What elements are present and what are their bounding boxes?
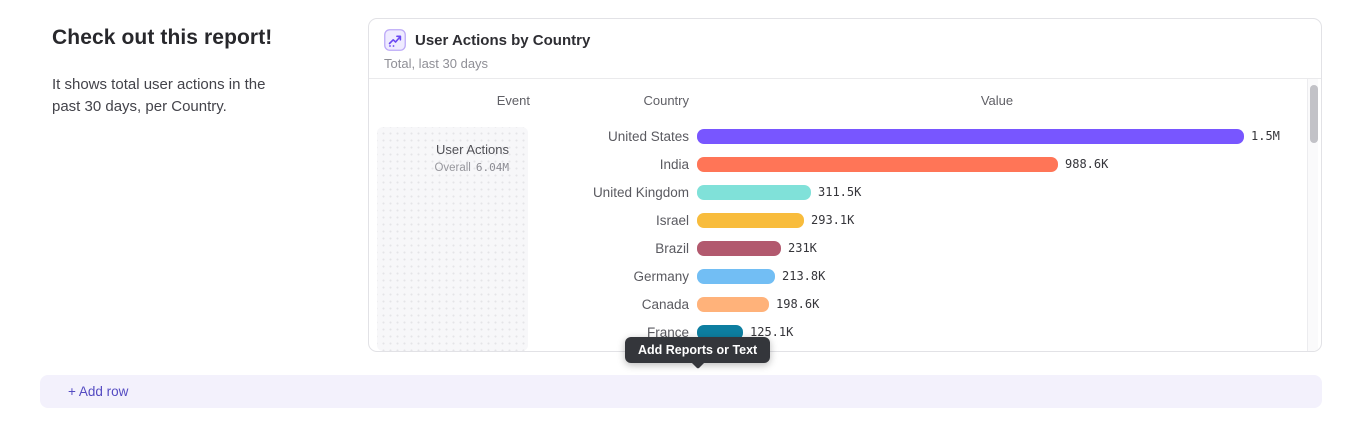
overall-label: Overall — [434, 162, 470, 174]
value-label-united-kingdom: 311.5K — [818, 185, 861, 199]
country-label-germany: Germany — [530, 269, 697, 284]
bar-united-kingdom[interactable] — [697, 185, 811, 200]
table-row: Israel 293.1K — [530, 206, 1297, 234]
report-title: User Actions by Country — [415, 32, 590, 49]
table-row: Brazil 231K — [530, 234, 1297, 262]
page-title: Check out this report! — [52, 26, 352, 50]
value-label-brazil: 231K — [788, 241, 817, 255]
add-row-button[interactable]: + Add row — [40, 375, 1322, 408]
event-overall: Overall 6.04M — [377, 161, 509, 174]
column-header-country: Country — [530, 93, 697, 108]
country-label-israel: Israel — [530, 213, 697, 228]
table-row: India 988.6K — [530, 150, 1297, 178]
bar-india[interactable] — [697, 157, 1058, 172]
bar-israel[interactable] — [697, 213, 804, 228]
table-row: United Kingdom 311.5K — [530, 178, 1297, 206]
vertical-scrollbar[interactable] — [1307, 79, 1318, 351]
intro-text: It shows total user actions in the past … — [52, 74, 290, 118]
country-label-brazil: Brazil — [530, 241, 697, 256]
event-name: User Actions — [377, 142, 509, 157]
country-label-united-states: United States — [530, 129, 697, 144]
report-table: Event Country Value User Actions Overall… — [369, 79, 1321, 351]
bar-united-states[interactable] — [697, 129, 1244, 144]
tooltip-arrow-down — [691, 355, 705, 369]
table-column-headers: Event Country Value — [369, 93, 1297, 108]
overall-value: 6.04M — [476, 161, 509, 174]
report-subtitle: Total, last 30 days — [384, 56, 1306, 71]
country-label-united-kingdom: United Kingdom — [530, 185, 697, 200]
value-label-germany: 213.8K — [782, 269, 825, 283]
bar-brazil[interactable] — [697, 241, 781, 256]
report-card-header: User Actions by Country Total, last 30 d… — [369, 19, 1321, 79]
bar-rows: United States 1.5M India 988.6K United Kingd… — [530, 122, 1297, 346]
country-label-canada: Canada — [530, 297, 697, 312]
bar-canada[interactable] — [697, 297, 769, 312]
report-card[interactable]: User Actions by Country Total, last 30 d… — [368, 18, 1322, 352]
event-cell[interactable]: User Actions Overall 6.04M — [377, 127, 528, 351]
add-reports-tooltip: Add Reports or Text — [625, 337, 770, 363]
value-label-israel: 293.1K — [811, 213, 854, 227]
table-row: Canada 198.6K — [530, 290, 1297, 318]
column-header-value: Value — [697, 93, 1297, 108]
intro-block: Check out this report! It shows total us… — [52, 26, 352, 118]
table-row: United States 1.5M — [530, 122, 1297, 150]
scrollbar-thumb[interactable] — [1310, 85, 1318, 143]
dashboard-page: Check out this report! It shows total us… — [0, 0, 1349, 436]
value-label-canada: 198.6K — [776, 297, 819, 311]
add-row-label: + Add row — [68, 384, 128, 399]
table-row: Germany 213.8K — [530, 262, 1297, 290]
value-label-india: 988.6K — [1065, 157, 1108, 171]
country-label-india: India — [530, 157, 697, 172]
line-chart-icon — [384, 29, 406, 51]
value-label-united-states: 1.5M — [1251, 129, 1280, 143]
column-header-event: Event — [369, 93, 530, 108]
bar-germany[interactable] — [697, 269, 775, 284]
